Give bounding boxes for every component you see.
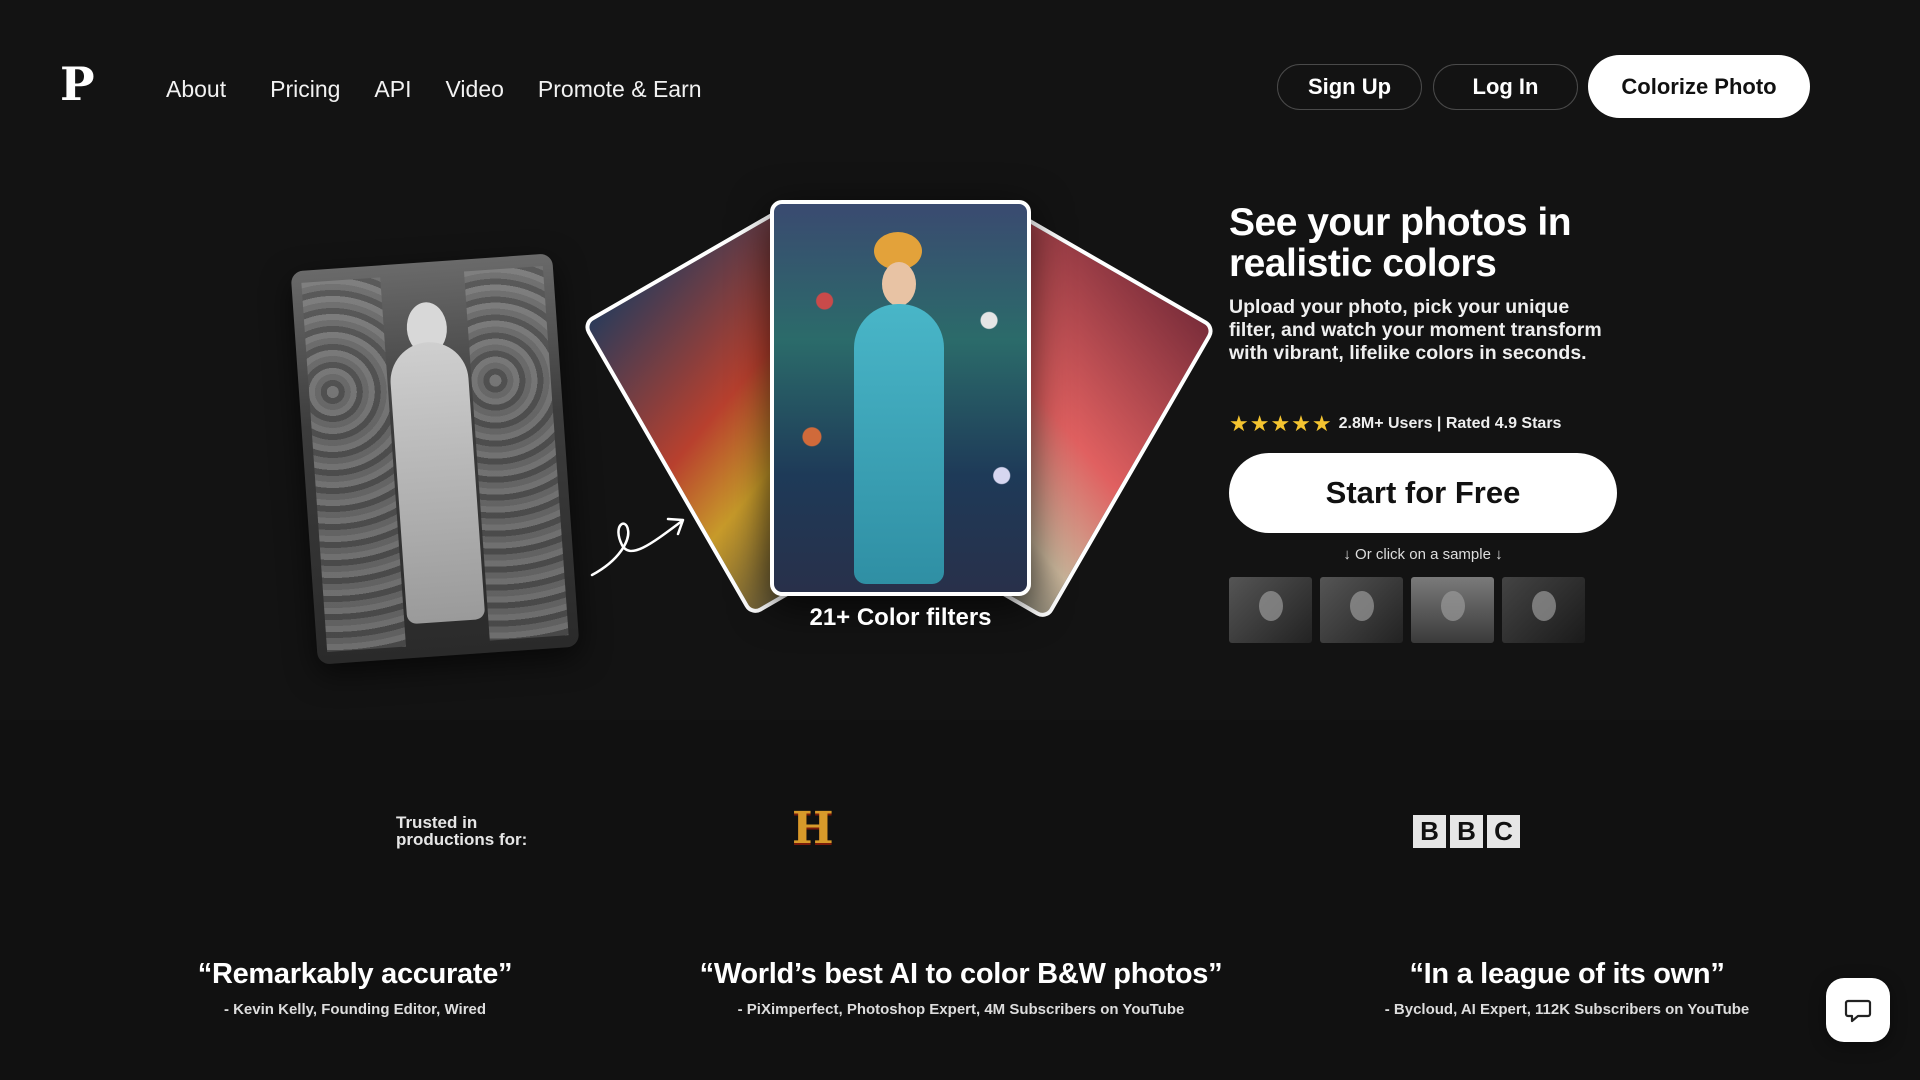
testimonial: “In a league of its own” - Bycloud, AI E… bbox=[1287, 958, 1847, 1018]
bw-figure bbox=[387, 339, 486, 625]
testimonial: “Remarkably accurate” - Kevin Kelly, Fou… bbox=[75, 958, 635, 1018]
bw-panel-left bbox=[301, 277, 406, 652]
colorize-photo-button[interactable]: Colorize Photo bbox=[1588, 55, 1810, 118]
star-icons: ★★★★★ bbox=[1229, 411, 1333, 436]
testimonial-quote: “In a league of its own” bbox=[1409, 958, 1725, 990]
bw-sample-photo bbox=[290, 253, 580, 665]
site-header: P About Pricing API Video Promote & Earn… bbox=[0, 0, 1920, 175]
testimonial-quote: “Remarkably accurate” bbox=[197, 958, 513, 990]
chat-bubble-icon bbox=[1844, 999, 1872, 1023]
nav-api[interactable]: API bbox=[374, 74, 411, 104]
sample-thumbnail[interactable] bbox=[1320, 577, 1403, 643]
nav-pricing[interactable]: Pricing bbox=[270, 74, 340, 104]
hero-subtitle: Upload your photo, pick your unique filt… bbox=[1229, 296, 1602, 364]
signup-button[interactable]: Sign Up bbox=[1277, 64, 1422, 110]
arrow-icon bbox=[590, 517, 685, 577]
login-button[interactable]: Log In bbox=[1433, 64, 1578, 110]
hero-title: See your photos in realistic colors bbox=[1229, 201, 1572, 285]
trusted-label: Trusted in productions for: bbox=[396, 813, 528, 849]
colorized-sample-photo bbox=[770, 200, 1031, 596]
testimonial-author: - PiXimperfect, Photoshop Expert, 4M Sub… bbox=[737, 1001, 1185, 1018]
figure-head bbox=[882, 262, 916, 306]
testimonial-quote: “World’s best AI to color B&W photos” bbox=[699, 958, 1223, 990]
bbc-logo: B B C bbox=[1413, 815, 1520, 848]
sample-caption: ↓ Or click on a sample ↓ bbox=[1343, 546, 1503, 563]
rating-text: 2.8M+ Users | Rated 4.9 Stars bbox=[1338, 415, 1562, 432]
figure-dress bbox=[854, 304, 944, 584]
testimonial-author: - Kevin Kelly, Founding Editor, Wired bbox=[223, 1001, 487, 1018]
history-logo: H bbox=[792, 803, 834, 854]
nav-promote-earn[interactable]: Promote & Earn bbox=[538, 74, 702, 104]
bbc-letter: C bbox=[1487, 815, 1520, 848]
testimonial: “World’s best AI to color B&W photos” - … bbox=[681, 958, 1241, 1018]
logo[interactable]: P bbox=[60, 61, 95, 107]
sample-thumbnails bbox=[1229, 577, 1585, 643]
chat-button[interactable] bbox=[1826, 978, 1890, 1042]
nav-video[interactable]: Video bbox=[446, 74, 504, 104]
rating: ★★★★★ 2.8M+ Users | Rated 4.9 Stars bbox=[1229, 411, 1561, 437]
filters-caption: 21+ Color filters bbox=[809, 604, 992, 631]
testimonial-author: - Bycloud, AI Expert, 112K Subscribers o… bbox=[1384, 1001, 1750, 1018]
trusted-section bbox=[0, 720, 1920, 1080]
sample-thumbnail[interactable] bbox=[1411, 577, 1494, 643]
sample-thumbnail[interactable] bbox=[1229, 577, 1312, 643]
nav-about[interactable]: About bbox=[166, 74, 226, 104]
sample-thumbnail[interactable] bbox=[1502, 577, 1585, 643]
bbc-letter: B bbox=[1450, 815, 1483, 848]
bbc-letter: B bbox=[1413, 815, 1446, 848]
start-for-free-button[interactable]: Start for Free bbox=[1229, 453, 1617, 533]
main-nav: About Pricing API Video Promote & Earn bbox=[166, 74, 736, 104]
